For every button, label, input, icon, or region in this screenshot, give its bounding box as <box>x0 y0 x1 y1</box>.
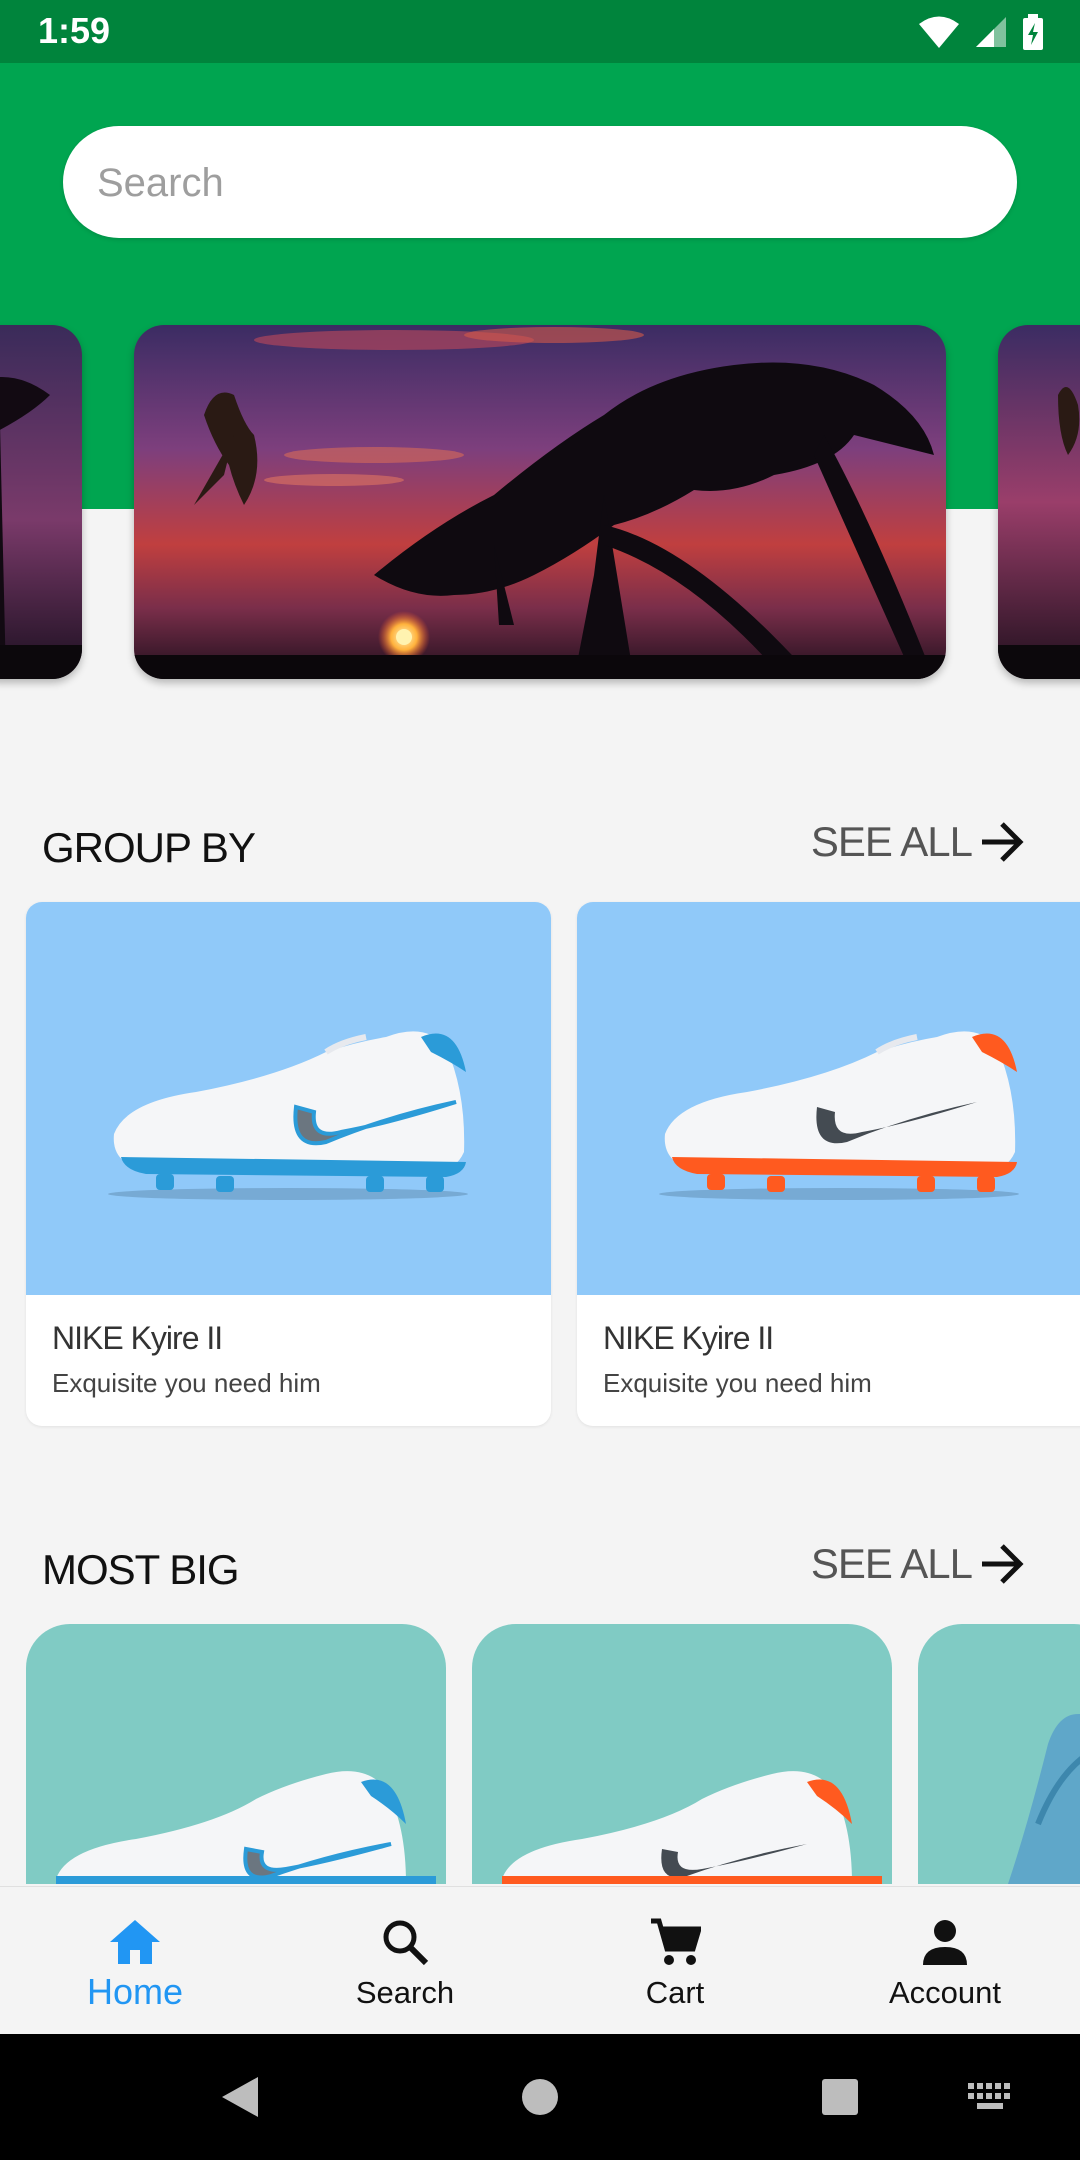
search-bar[interactable] <box>63 126 1017 240</box>
product-subtitle: Exquisite you need him <box>603 1368 872 1398</box>
account-icon <box>923 1920 967 1965</box>
banner-slide-previous[interactable] <box>0 325 82 679</box>
status-bar: 1:59 <box>0 0 1080 63</box>
section-title-group-by: GROUP BY <box>42 824 256 871</box>
system-navigation-bar <box>0 2034 1080 2160</box>
recents-icon <box>822 2079 858 2115</box>
nav-label-search: Search <box>355 1975 455 2010</box>
product-subtitle: Exquisite you need him <box>52 1368 321 1398</box>
arrow-right-icon <box>982 1544 1024 1584</box>
nav-cart[interactable]: Cart <box>540 1887 810 2035</box>
product-image <box>56 1771 436 1884</box>
product-image <box>1008 1714 1080 1884</box>
nav-account[interactable]: Account <box>810 1887 1080 2035</box>
nav-home[interactable]: Home <box>0 1887 270 2035</box>
battery-icon <box>1023 14 1043 50</box>
product-image <box>577 902 1080 1295</box>
status-time: 1:59 <box>38 10 111 51</box>
nav-label-account: Account <box>888 1975 1001 2010</box>
back-icon <box>222 2077 258 2117</box>
cart-icon <box>651 1918 701 1965</box>
wifi-icon <box>919 16 959 48</box>
product-card[interactable] <box>918 1624 1080 1884</box>
group-by-see-all-button[interactable]: SEE ALL <box>811 818 1026 866</box>
arrow-right-icon <box>982 822 1024 862</box>
section-title-most-big: MOST BIG <box>42 1546 240 1593</box>
signal-icon <box>976 17 1006 47</box>
home-circle-icon <box>522 2079 558 2115</box>
product-image <box>26 902 551 1295</box>
banner-slide-next[interactable] <box>998 325 1080 679</box>
see-all-label: SEE ALL <box>810 1540 973 1587</box>
product-card[interactable]: NIKE Kyire II Exquisite you need him <box>26 902 551 1426</box>
product-card[interactable] <box>472 1624 892 1884</box>
search-icon <box>383 1920 429 1966</box>
bottom-navigation: Home Search Cart Account <box>0 1886 1080 2035</box>
search-input[interactable] <box>95 126 979 240</box>
product-card[interactable] <box>26 1624 446 1884</box>
banner-slide-current[interactable] <box>134 325 946 679</box>
nav-search[interactable]: Search <box>270 1887 540 2035</box>
nav-label-home: Home <box>86 1971 184 2012</box>
keyboard-icon <box>968 2083 1010 2109</box>
nav-label-cart: Cart <box>645 1975 705 2010</box>
product-title: NIKE Kyire II <box>603 1320 774 1356</box>
product-image <box>502 1771 882 1884</box>
product-title: NIKE Kyire II <box>52 1320 223 1356</box>
product-card[interactable]: NIKE Kyire II Exquisite you need him <box>577 902 1080 1426</box>
most-big-see-all-button[interactable]: SEE ALL <box>811 1540 1026 1588</box>
system-home-button[interactable] <box>500 2034 580 2160</box>
system-recents-button[interactable] <box>800 2034 880 2160</box>
system-keyboard-button[interactable] <box>960 2034 1020 2160</box>
system-back-button[interactable] <box>200 2034 280 2160</box>
status-icons <box>918 12 1044 52</box>
home-icon <box>110 1920 160 1964</box>
see-all-label: SEE ALL <box>810 818 973 865</box>
